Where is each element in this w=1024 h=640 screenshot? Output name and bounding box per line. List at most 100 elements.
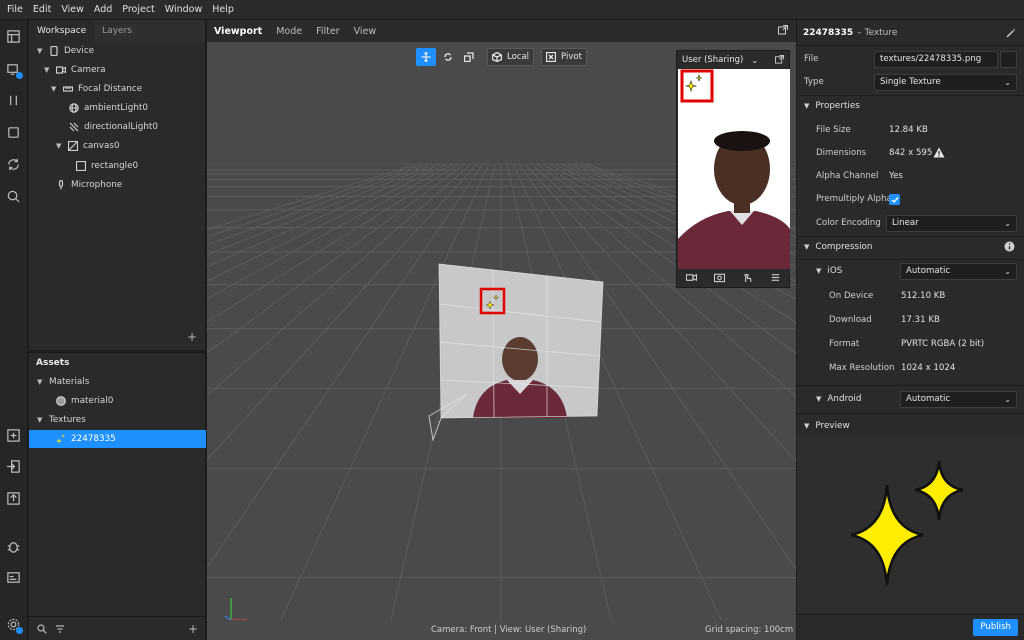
max-resolution-value: 1024 x 1024 bbox=[901, 363, 956, 373]
stop-icon[interactable] bbox=[5, 124, 22, 141]
expand-triangle-icon[interactable]: ▼ bbox=[56, 142, 64, 150]
ios-compression-select[interactable]: Automatic ⌄ bbox=[900, 263, 1017, 280]
android-compression-select[interactable]: Automatic ⌄ bbox=[900, 391, 1017, 408]
format-label: Format bbox=[829, 339, 860, 349]
tab-viewport[interactable]: Viewport bbox=[207, 26, 269, 37]
settings-icon[interactable] bbox=[5, 616, 23, 634]
android-section-header[interactable]: ▼ Android Automatic ⌄ bbox=[797, 388, 1024, 410]
sharing-screen bbox=[678, 69, 790, 269]
tab-view[interactable]: View bbox=[347, 26, 384, 37]
export-icon[interactable] bbox=[5, 490, 22, 507]
menu-add[interactable]: Add bbox=[94, 4, 112, 15]
dimensions-value: 842 x 595 bbox=[889, 148, 933, 158]
max-resolution-row: Max Resolution 1024 x 1024 bbox=[797, 357, 1024, 379]
tree-item-canvas[interactable]: ▼ canvas0 bbox=[56, 137, 120, 155]
rotate-tool-button[interactable] bbox=[439, 48, 457, 66]
tree-item-focal-distance[interactable]: ▼ Focal Distance bbox=[51, 80, 142, 98]
tree-item-textures[interactable]: ▼ Textures bbox=[37, 411, 86, 429]
touch-icon[interactable] bbox=[742, 272, 753, 283]
pause-icon[interactable] bbox=[5, 92, 22, 109]
chevron-down-icon[interactable]: ⌄ bbox=[751, 56, 758, 65]
info-icon[interactable] bbox=[1004, 241, 1015, 252]
collapse-triangle-icon: ▼ bbox=[804, 422, 810, 430]
menu-file[interactable]: File bbox=[7, 4, 23, 15]
sharing-controls bbox=[677, 267, 789, 287]
scale-tool-button[interactable] bbox=[460, 48, 478, 66]
search-icon[interactable] bbox=[5, 188, 22, 205]
compression-section-header[interactable]: ▼ Compression bbox=[797, 236, 1024, 258]
tree-label: Device bbox=[64, 46, 95, 56]
ios-section-header[interactable]: ▼ iOS Automatic ⌄ bbox=[797, 260, 1024, 282]
expand-triangle-icon[interactable]: ▼ bbox=[37, 378, 45, 386]
pivot-button[interactable]: Pivot bbox=[541, 48, 587, 66]
file-size-row: File Size 12.84 KB bbox=[797, 119, 1024, 141]
filter-icon[interactable] bbox=[55, 624, 65, 634]
expand-icon[interactable] bbox=[778, 25, 788, 35]
expand-triangle-icon[interactable]: ▼ bbox=[44, 66, 52, 74]
tree-item-ambient-light[interactable]: ambientLight0 bbox=[69, 99, 148, 117]
type-label: Type bbox=[804, 77, 824, 87]
scene-tabs: Workspace Layers bbox=[29, 20, 205, 42]
file-field[interactable]: textures/22478335.png bbox=[874, 51, 998, 68]
import-icon[interactable] bbox=[5, 458, 22, 475]
refresh-icon[interactable] bbox=[5, 156, 22, 173]
collapse-triangle-icon: ▼ bbox=[804, 102, 810, 110]
tab-layers[interactable]: Layers bbox=[94, 20, 140, 42]
expand-triangle-icon[interactable]: ▼ bbox=[37, 47, 45, 55]
collapse-triangle-icon: ▼ bbox=[816, 267, 822, 275]
menu-project[interactable]: Project bbox=[122, 4, 155, 15]
add-asset-button[interactable]: + bbox=[188, 622, 198, 636]
menu-edit[interactable]: Edit bbox=[33, 4, 51, 15]
tree-item-camera[interactable]: ▼ Camera bbox=[44, 61, 106, 79]
file-browse-button[interactable] bbox=[1000, 51, 1017, 68]
warning-icon[interactable] bbox=[933, 147, 945, 158]
inspector-subtitle: – Texture bbox=[857, 27, 898, 38]
tree-item-microphone[interactable]: Microphone bbox=[56, 176, 122, 194]
rotate-icon bbox=[444, 53, 452, 61]
menu-icon[interactable] bbox=[770, 272, 781, 283]
type-select[interactable]: Single Texture ⌄ bbox=[874, 74, 1017, 91]
magic-wand-icon[interactable] bbox=[1006, 28, 1016, 38]
publish-button[interactable]: Publish bbox=[973, 619, 1018, 636]
preview-device-icon[interactable] bbox=[5, 61, 23, 79]
asset-item-material[interactable]: material0 bbox=[56, 392, 113, 410]
menu-bar: File Edit View Add Project Window Help bbox=[0, 0, 1024, 20]
tree-item-directional-light[interactable]: directionalLight0 bbox=[69, 118, 158, 136]
tree-label: rectangle0 bbox=[91, 161, 139, 171]
assets-footer: + bbox=[29, 616, 206, 640]
viewport-panel[interactable]: Viewport Mode Filter View Local Pivot Us… bbox=[207, 20, 796, 640]
local-button[interactable]: Local bbox=[487, 48, 535, 66]
pivot-label: Pivot bbox=[561, 52, 582, 62]
search-icon[interactable] bbox=[37, 623, 47, 634]
menu-view[interactable]: View bbox=[61, 4, 84, 15]
tab-mode[interactable]: Mode bbox=[269, 26, 309, 37]
console-icon[interactable] bbox=[5, 569, 22, 586]
tree-item-rectangle[interactable]: rectangle0 bbox=[76, 157, 138, 175]
sharing-header[interactable]: User (Sharing) ⌄ bbox=[677, 51, 789, 69]
add-asset-icon[interactable] bbox=[5, 427, 22, 444]
tab-filter[interactable]: Filter bbox=[309, 26, 347, 37]
menu-window[interactable]: Window bbox=[165, 4, 202, 15]
add-object-button[interactable]: + bbox=[187, 330, 197, 344]
bug-icon[interactable] bbox=[5, 538, 22, 555]
tree-item-device[interactable]: ▼ Device bbox=[37, 42, 94, 60]
camera-switch-icon[interactable] bbox=[713, 272, 725, 283]
menu-help[interactable]: Help bbox=[212, 4, 234, 15]
expand-triangle-icon[interactable]: ▼ bbox=[51, 85, 59, 93]
texture-preview bbox=[797, 438, 1024, 613]
expand-triangle-icon[interactable]: ▼ bbox=[37, 416, 45, 424]
tree-item-materials[interactable]: ▼ Materials bbox=[37, 373, 89, 391]
expand-icon[interactable] bbox=[775, 55, 784, 64]
properties-section-header[interactable]: ▼ Properties bbox=[797, 95, 1024, 117]
color-encoding-select[interactable]: Linear ⌄ bbox=[886, 215, 1017, 232]
assets-panel: Assets ▼ Materials material0 ▼ Textures … bbox=[29, 352, 206, 640]
tab-workspace[interactable]: Workspace bbox=[29, 20, 95, 42]
preview-section-header[interactable]: ▼ Preview bbox=[797, 415, 1024, 437]
premultiply-alpha-checkbox[interactable] bbox=[889, 194, 900, 205]
sharing-preview-panel[interactable]: User (Sharing) ⌄ bbox=[676, 50, 790, 288]
asset-item-texture[interactable]: 22478335 bbox=[29, 430, 206, 448]
move-tool-button[interactable] bbox=[416, 48, 436, 66]
video-icon[interactable] bbox=[685, 272, 697, 283]
tree-label: material0 bbox=[71, 396, 114, 406]
layout-icon[interactable] bbox=[5, 28, 22, 45]
